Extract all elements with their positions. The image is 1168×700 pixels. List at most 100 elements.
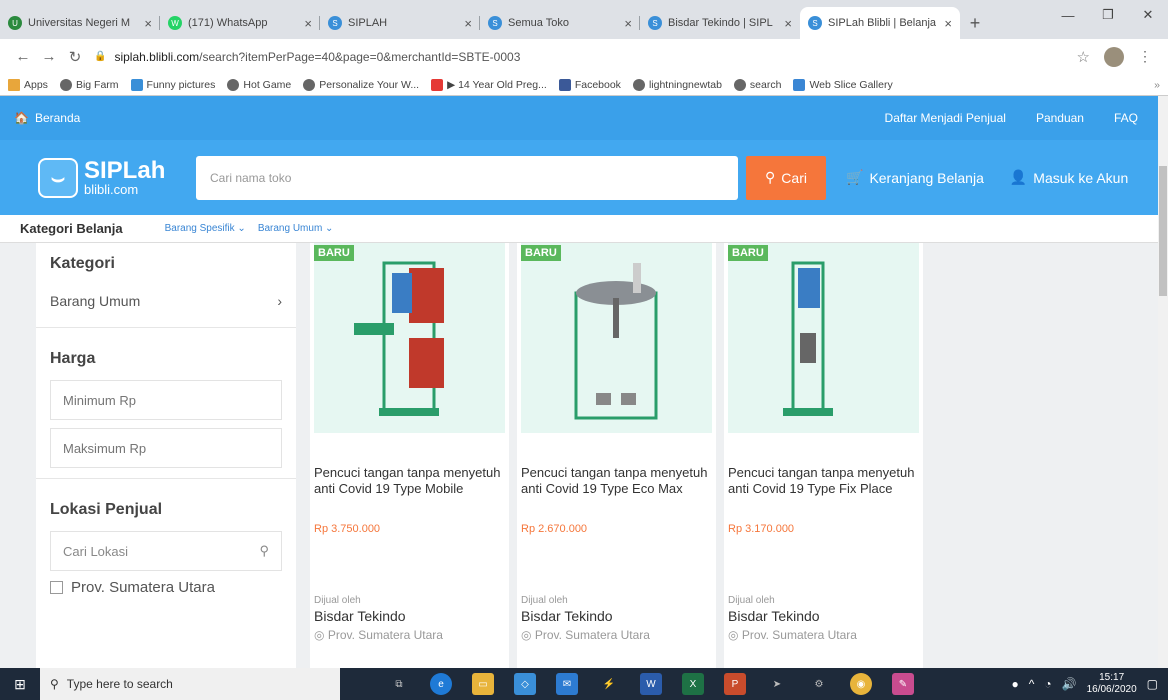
product-image[interactable]: BARU	[728, 243, 919, 433]
scrollbar-thumb[interactable]	[1159, 166, 1167, 296]
forward-icon[interactable]: →	[36, 48, 62, 65]
category-title: Kategori	[50, 255, 115, 272]
excel-icon[interactable]: X	[682, 673, 704, 695]
product-name[interactable]: Pencuci tangan tanpa menyetuh anti Covid…	[724, 433, 923, 517]
register-seller-link[interactable]: Daftar Menjadi Penjual	[885, 111, 1006, 125]
globe-icon	[733, 78, 746, 91]
dropdown-general[interactable]: Barang Umum ⌄	[258, 223, 334, 234]
max-price-input[interactable]	[50, 428, 282, 468]
bookmark-star-icon[interactable]: ☆	[1077, 48, 1090, 66]
search-input[interactable]	[196, 155, 738, 200]
people-icon[interactable]: ●	[1012, 677, 1019, 691]
clock[interactable]: 15:17 16/06/2020	[1087, 672, 1137, 696]
category-item[interactable]: Barang Umum ›	[36, 285, 296, 317]
store-icon[interactable]: ◇	[514, 673, 536, 695]
bookmark-item[interactable]: lightningnewtab	[632, 78, 722, 91]
close-tab-icon[interactable]: ×	[784, 16, 792, 31]
chevron-up-icon[interactable]: ^	[1029, 677, 1035, 691]
handwash-stand-ecomax-image	[574, 263, 658, 420]
siplah-icon: S	[648, 16, 662, 30]
powerpoint-icon[interactable]: P	[724, 673, 746, 695]
product-price: Rp 2.670.000	[521, 523, 588, 535]
search-button[interactable]: ⚲ Cari	[746, 155, 826, 200]
new-tab-icon[interactable]: +	[960, 7, 990, 39]
browser-tab-active[interactable]: S SIPLah Blibli | Belanja ×	[800, 7, 960, 39]
home-link[interactable]: 🏠 Beranda	[14, 111, 80, 125]
browser-tab[interactable]: U Universitas Negeri M ×	[0, 7, 160, 39]
browser-tab[interactable]: W (171) WhatsApp ×	[160, 7, 320, 39]
close-tab-icon[interactable]: ×	[624, 16, 632, 31]
picture-icon	[130, 78, 143, 91]
minimize-icon[interactable]: —	[1048, 0, 1088, 30]
menu-kebab-icon[interactable]: ⋮	[1138, 48, 1152, 65]
close-window-icon[interactable]: ✕	[1128, 0, 1168, 30]
url-field[interactable]: 🔒 siplah.blibli.com/search?itemPerPage=4…	[94, 43, 1077, 71]
category-bar: Kategori Belanja Barang Spesifik ⌄ Baran…	[0, 215, 1168, 243]
edge-icon[interactable]: e	[430, 673, 452, 695]
file-explorer-icon[interactable]: ▭	[472, 673, 494, 695]
speaker-icon[interactable]: 🔊	[1062, 677, 1077, 691]
search-icon: ⚲	[50, 677, 59, 691]
bookmark-item[interactable]: Web Slice Gallery	[793, 78, 893, 91]
product-name[interactable]: Pencuci tangan tanpa menyetuh anti Covid…	[517, 433, 716, 517]
back-icon[interactable]: ←	[10, 48, 36, 65]
bookmark-item[interactable]: Apps	[8, 78, 48, 91]
cart-link[interactable]: 🛒 Keranjang Belanja	[846, 169, 984, 186]
bookmark-item[interactable]: Hot Game	[227, 78, 291, 91]
bookmark-item[interactable]: Big Farm	[59, 78, 119, 91]
guide-link[interactable]: Panduan	[1036, 111, 1084, 125]
location-search-input[interactable]: Cari Lokasi ⚲	[50, 531, 282, 571]
close-tab-icon[interactable]: ×	[944, 16, 952, 31]
bookmark-item[interactable]: Personalize Your W...	[303, 78, 419, 91]
page-scrollbar[interactable]	[1158, 96, 1168, 668]
word-icon[interactable]: W	[640, 673, 662, 695]
close-tab-icon[interactable]: ×	[144, 16, 152, 31]
min-price-input[interactable]	[50, 380, 282, 420]
task-view-icon[interactable]: ⧉	[388, 673, 410, 695]
restore-icon[interactable]: ❐	[1088, 0, 1128, 30]
province-checkbox[interactable]: Prov. Sumatera Utara	[36, 571, 296, 604]
login-link[interactable]: 👤 Masuk ke Akun	[1010, 169, 1128, 186]
tab-title: Bisdar Tekindo | SIPL	[668, 17, 773, 29]
bookmark-item[interactable]: search	[733, 78, 781, 91]
lightning-icon[interactable]: ⚡	[598, 673, 620, 695]
product-card[interactable]: BARU Pencuci tangan tanpa menyetuh anti …	[724, 243, 923, 673]
windows-start-icon[interactable]: ⊞	[0, 668, 40, 700]
gear-app-icon[interactable]: ⚙	[808, 673, 830, 695]
product-name[interactable]: Pencuci tangan tanpa menyetuh anti Covid…	[310, 433, 509, 517]
faq-link[interactable]: FAQ	[1114, 111, 1138, 125]
taskbar-search[interactable]: ⚲ Type here to search	[40, 668, 340, 700]
product-image[interactable]: BARU	[314, 243, 505, 433]
paint-icon[interactable]: ✎	[892, 673, 914, 695]
seller-name[interactable]: Bisdar Tekindo	[517, 606, 716, 626]
product-image[interactable]: BARU	[521, 243, 712, 433]
browser-tab[interactable]: S Semua Toko ×	[480, 7, 640, 39]
network-icon[interactable]: ◔	[1044, 677, 1051, 691]
profile-avatar[interactable]	[1104, 46, 1124, 67]
mail-icon[interactable]: ✉	[556, 673, 578, 695]
seller-name[interactable]: Bisdar Tekindo	[724, 606, 923, 626]
bookmark-item[interactable]: ▶ 14 Year Old Preg...	[431, 78, 547, 91]
seller-name[interactable]: Bisdar Tekindo	[310, 606, 509, 626]
arrow-app-icon[interactable]: ➤	[766, 673, 788, 695]
reload-icon[interactable]: ↻	[62, 48, 88, 66]
url-path: /search?itemPerPage=40&page=0&merchantId…	[199, 49, 521, 64]
new-badge: BARU	[314, 245, 354, 261]
close-tab-icon[interactable]: ×	[304, 16, 312, 31]
chevron-right-icon[interactable]: »	[1154, 79, 1160, 91]
product-card[interactable]: BARU Pencuci tangan tanpa menyetuh anti …	[310, 243, 509, 673]
globe-icon	[632, 78, 645, 91]
notification-icon[interactable]: ▢	[1147, 677, 1158, 691]
close-tab-icon[interactable]: ×	[464, 16, 472, 31]
browser-tab[interactable]: S Bisdar Tekindo | SIPL ×	[640, 7, 800, 39]
bookmark-item[interactable]: Funny pictures	[130, 78, 215, 91]
chevron-right-icon: ›	[277, 293, 282, 309]
chrome-icon[interactable]: ◉	[850, 673, 872, 695]
checkbox[interactable]	[50, 581, 63, 594]
product-price: Rp 3.170.000	[728, 523, 795, 535]
dropdown-specific[interactable]: Barang Spesifik ⌄	[165, 223, 246, 234]
siplah-logo[interactable]: ⌣ SIPLah blibli.com	[38, 157, 196, 198]
product-card[interactable]: BARU Pencuci tangan tanpa menyetuh anti …	[517, 243, 716, 673]
browser-tab[interactable]: S SIPLAH ×	[320, 7, 480, 39]
bookmark-item[interactable]: Facebook	[558, 78, 621, 91]
